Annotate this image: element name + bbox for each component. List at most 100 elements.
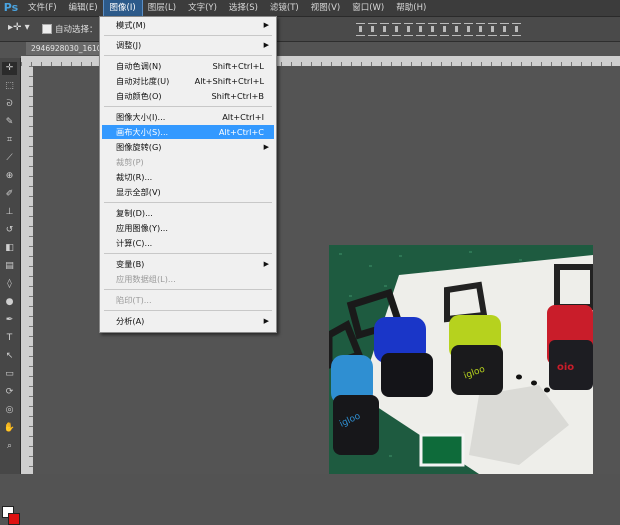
submenu-arrow-icon: ▶ [263, 21, 269, 29]
history-brush-icon[interactable]: ↺ [2, 224, 17, 237]
pen-icon[interactable]: ✒ [2, 314, 17, 327]
menu-image-rotation[interactable]: 图像旋转(G) ▶ [102, 140, 274, 154]
align-top-icon[interactable] [356, 23, 365, 36]
menu-auto-tone-shortcut: Shift+Ctrl+L [212, 61, 264, 71]
svg-text:oio: oio [557, 362, 574, 373]
menu-trap: 陷印(T)... [102, 293, 274, 307]
distribute-right-icon[interactable] [452, 23, 461, 36]
toolbox: ✛ ⬚ ᘐ ✎ ⌗ ⟋ ⊕ ✐ ⊥ ↺ ◧ ▤ ◊ ● ✒ T ↖ ▭ ⟳ ◎ … [0, 58, 21, 525]
marquee-icon[interactable]: ⬚ [2, 80, 17, 93]
menu-help[interactable]: 帮助(H) [390, 0, 432, 16]
menu-auto-tone[interactable]: 自动色调(N) Shift+Ctrl+L [102, 59, 274, 73]
submenu-arrow-icon: ▶ [263, 143, 269, 151]
menu-adjustments-label: 调整(J) [116, 40, 142, 50]
menu-view[interactable]: 视图(V) [305, 0, 346, 16]
eyedropper-icon[interactable]: ⟋ [2, 152, 17, 165]
type-icon[interactable]: T [2, 332, 17, 345]
eraser-icon[interactable]: ◧ [2, 242, 17, 255]
distribute-hcenter-icon[interactable] [440, 23, 449, 36]
menu-auto-contrast-label: 自动对比度(U) [116, 76, 170, 86]
distribute-bottom-icon[interactable] [416, 23, 425, 36]
menu-trim[interactable]: 裁切(R)... [102, 170, 274, 184]
align-hcenter-icon[interactable] [488, 23, 497, 36]
align-right-icon[interactable] [500, 23, 509, 36]
menu-filter[interactable]: 滤镜(T) [264, 0, 305, 16]
brush-icon[interactable]: ✐ [2, 188, 17, 201]
auto-align-icon[interactable] [464, 23, 473, 36]
menu-calculations-label: 计算(C)... [116, 238, 153, 248]
menu-analysis[interactable]: 分析(A) ▶ [102, 314, 274, 328]
menu-analysis-label: 分析(A) [116, 316, 145, 326]
move-tool-icon[interactable]: ▸✛ ▾ [8, 22, 30, 36]
quick-select-icon[interactable]: ✎ [2, 116, 17, 129]
menu-edit[interactable]: 编辑(E) [63, 0, 104, 16]
menu-separator [104, 310, 272, 311]
menu-file[interactable]: 文件(F) [22, 0, 63, 16]
menu-image-size[interactable]: 图像大小(I)... Alt+Ctrl+I [102, 110, 274, 124]
align-icons [356, 23, 521, 36]
auto-select-label: 自动选择： [55, 25, 98, 35]
image-menu-dropdown: 模式(M) ▶ 调整(J) ▶ 自动色调(N) Shift+Ctrl+L 自动对比度(… [99, 16, 277, 333]
lasso-icon[interactable]: ᘐ [2, 98, 17, 111]
menu-canvas-size[interactable]: 画布大小(S)... Alt+Ctrl+C [102, 125, 274, 139]
menu-separator [104, 35, 272, 36]
move-icon[interactable]: ✛ [2, 62, 17, 75]
menu-apply-image[interactable]: 应用图像(Y)... [102, 221, 274, 235]
hand-icon[interactable]: ✋ [2, 422, 17, 435]
menu-image-size-label: 图像大小(I)... [116, 112, 166, 122]
menu-apply-data-set-label: 应用数据组(L)... [116, 274, 176, 284]
menu-layer[interactable]: 图层(L) [142, 0, 182, 16]
menu-select[interactable]: 选择(S) [223, 0, 264, 16]
menu-calculations[interactable]: 计算(C)... [102, 236, 274, 250]
align-extra-icon[interactable] [512, 23, 521, 36]
menu-auto-contrast[interactable]: 自动对比度(U) Alt+Shift+Ctrl+L [102, 74, 274, 88]
align-bottom-icon[interactable] [380, 23, 389, 36]
distribute-left-icon[interactable] [428, 23, 437, 36]
distribute-vcenter-icon[interactable] [404, 23, 413, 36]
menu-window[interactable]: 窗口(W) [346, 0, 390, 16]
menu-auto-tone-label: 自动色调(N) [116, 61, 162, 71]
auto-select-checkbox[interactable] [42, 24, 52, 34]
photoshop-logo: Ps [3, 1, 19, 14]
distribute-top-icon[interactable] [392, 23, 401, 36]
align-left-icon[interactable] [476, 23, 485, 36]
menu-auto-color-shortcut: Shift+Ctrl+B [211, 91, 264, 101]
submenu-arrow-icon: ▶ [263, 260, 269, 268]
menu-crop: 裁剪(P) [102, 155, 274, 169]
menu-image-rotation-label: 图像旋转(G) [116, 142, 162, 152]
path-select-icon[interactable]: ↖ [2, 350, 17, 363]
menu-trim-label: 裁切(R)... [116, 172, 153, 182]
options-bar: ▸✛ ▾ 自动选择： [0, 17, 620, 42]
menu-mode[interactable]: 模式(M) ▶ [102, 18, 274, 32]
clone-stamp-icon[interactable]: ⊥ [2, 206, 17, 219]
menu-separator [104, 106, 272, 107]
blur-icon[interactable]: ◊ [2, 278, 17, 291]
menu-separator [104, 289, 272, 290]
crop-icon[interactable]: ⌗ [2, 134, 17, 147]
menu-variables[interactable]: 变量(B) ▶ [102, 257, 274, 271]
background-color-swatch[interactable] [8, 513, 20, 525]
menu-separator [104, 253, 272, 254]
spot-healing-icon[interactable]: ⊕ [2, 170, 17, 183]
submenu-arrow-icon: ▶ [263, 317, 269, 325]
menu-canvas-size-label: 画布大小(S)... [116, 127, 169, 137]
menu-mode-label: 模式(M) [116, 20, 146, 30]
menu-apply-image-label: 应用图像(Y)... [116, 223, 168, 233]
dodge-icon[interactable]: ● [2, 296, 17, 309]
menu-reveal-all[interactable]: 显示全部(V) [102, 185, 274, 199]
menu-variables-label: 变量(B) [116, 259, 145, 269]
shape-icon[interactable]: ▭ [2, 368, 17, 381]
menu-duplicate-label: 复制(D)... [116, 208, 153, 218]
3d-orbit-icon[interactable]: ◎ [2, 404, 17, 417]
menu-duplicate[interactable]: 复制(D)... [102, 206, 274, 220]
menu-auto-color[interactable]: 自动颜色(O) Shift+Ctrl+B [102, 89, 274, 103]
3d-rotate-icon[interactable]: ⟳ [2, 386, 17, 399]
gradient-icon[interactable]: ▤ [2, 260, 17, 273]
menu-auto-color-label: 自动颜色(O) [116, 91, 162, 101]
menu-image[interactable]: 图像(I) [102, 0, 143, 17]
align-vcenter-icon[interactable] [368, 23, 377, 36]
zoom-icon[interactable]: ⌕ [2, 440, 17, 453]
menu-adjustments[interactable]: 调整(J) ▶ [102, 38, 274, 52]
menu-apply-data-set: 应用数据组(L)... [102, 272, 274, 286]
menu-type[interactable]: 文字(Y) [182, 0, 223, 16]
